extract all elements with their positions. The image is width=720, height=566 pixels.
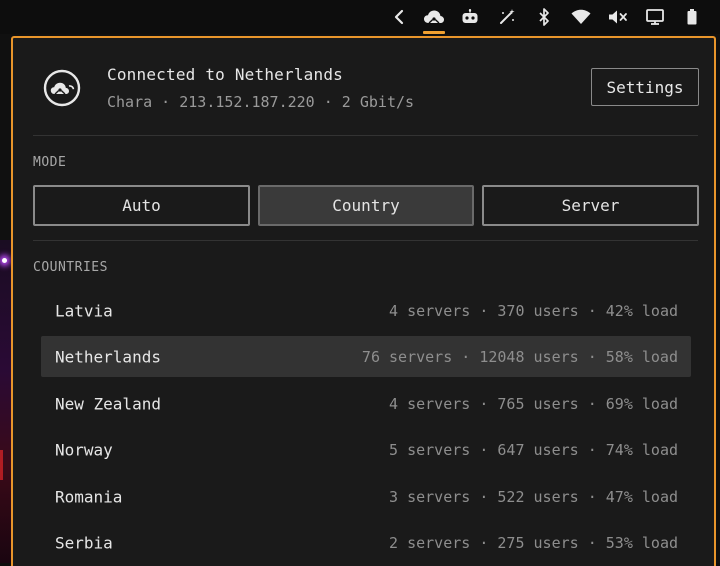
country-name: Romania — [55, 487, 123, 506]
divider — [33, 135, 698, 136]
mode-server-button[interactable]: Server — [482, 185, 699, 226]
display-icon[interactable] — [643, 0, 667, 34]
divider — [33, 240, 698, 241]
chevron-left-icon[interactable] — [388, 0, 410, 34]
country-name: New Zealand — [55, 394, 161, 413]
connection-details: Chara · 213.152.187.220 · 2 Gbit/s — [107, 93, 415, 111]
robot-icon[interactable] — [458, 0, 482, 34]
country-row-serbia[interactable]: Serbia 2 servers · 275 users · 53% load — [41, 522, 691, 563]
country-row-new-zealand[interactable]: New Zealand 4 servers · 765 users · 69% … — [41, 383, 691, 424]
countries-section-label: COUNTRIES — [33, 260, 108, 275]
country-stats: 4 servers · 370 users · 42% load — [389, 301, 678, 320]
wallpaper-light — [0, 450, 3, 480]
connection-header: Connected to Netherlands Chara · 213.152… — [13, 38, 714, 135]
country-row-romania[interactable]: Romania 3 servers · 522 users · 47% load — [41, 476, 691, 517]
wallpaper-light — [2, 258, 7, 263]
country-row-latvia[interactable]: Latvia 4 servers · 370 users · 42% load — [41, 290, 691, 331]
country-stats: 5 servers · 647 users · 74% load — [389, 440, 678, 459]
settings-button[interactable]: Settings — [591, 68, 699, 106]
mode-auto-button[interactable]: Auto — [33, 185, 250, 226]
country-name: Latvia — [55, 301, 113, 320]
vpn-panel: Connected to Netherlands Chara · 213.152… — [11, 36, 716, 566]
vpn-logo-icon — [43, 69, 81, 107]
top-bar — [0, 0, 720, 34]
wifi-icon[interactable] — [569, 0, 593, 34]
country-stats: 3 servers · 522 users · 47% load — [389, 487, 678, 506]
country-stats: 76 servers · 12048 users · 58% load — [361, 347, 678, 366]
country-name: Norway — [55, 440, 113, 459]
country-row-norway[interactable]: Norway 5 servers · 647 users · 74% load — [41, 429, 691, 470]
country-stats: 4 servers · 765 users · 69% load — [389, 394, 678, 413]
mode-section-label: MODE — [33, 155, 67, 170]
country-name: Serbia — [55, 533, 113, 552]
connection-status-title: Connected to Netherlands — [107, 65, 343, 84]
vpn-cloud-icon[interactable] — [421, 0, 447, 34]
country-name: Netherlands — [55, 347, 161, 366]
battery-icon[interactable] — [682, 0, 702, 34]
volume-muted-icon[interactable] — [606, 0, 630, 34]
country-row-netherlands[interactable]: Netherlands 76 servers · 12048 users · 5… — [41, 336, 691, 377]
bluetooth-icon[interactable] — [533, 0, 555, 34]
wand-icon[interactable] — [495, 0, 519, 34]
active-tray-indicator — [423, 31, 445, 34]
mode-country-button[interactable]: Country — [258, 185, 474, 226]
country-stats: 2 servers · 275 users · 53% load — [389, 533, 678, 552]
